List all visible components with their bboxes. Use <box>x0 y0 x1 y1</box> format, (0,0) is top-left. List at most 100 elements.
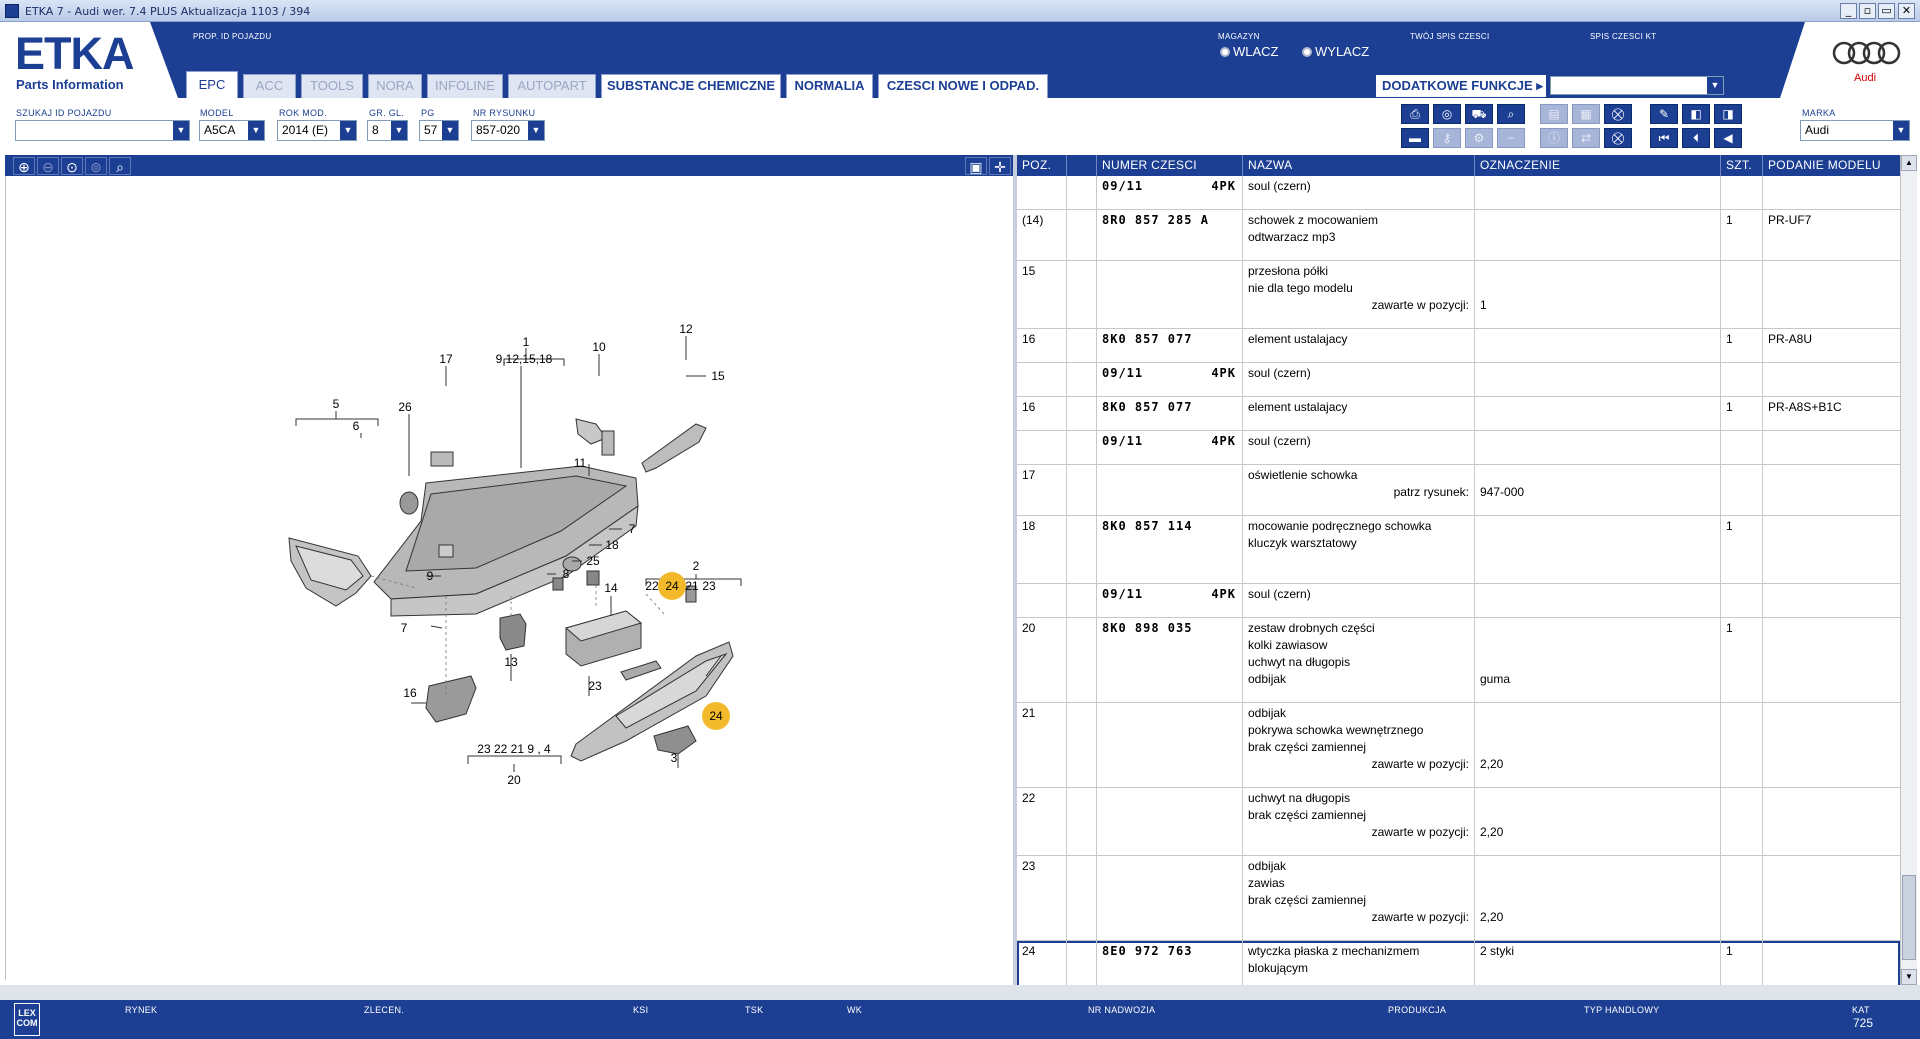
cart-icon: ⛒ <box>1611 131 1625 145</box>
split-view-button[interactable]: ▣ <box>965 157 987 175</box>
model-value: PR-A8S+B1C <box>1768 400 1842 414</box>
gr-select[interactable]: 8 ▼ <box>367 120 408 141</box>
zoom-reset-button[interactable]: ⊚ <box>85 157 107 175</box>
scroll-thumb[interactable] <box>1902 875 1916 960</box>
next-page-button[interactable]: ◨ <box>1714 104 1742 124</box>
zoom-fit-button[interactable]: ⊙ <box>61 157 83 175</box>
table-row[interactable]: 09/11 4PK soul (czern) <box>1017 176 1900 210</box>
radio-wlacz[interactable]: WLACZ <box>1220 44 1279 59</box>
transfer-button[interactable]: ⇄ <box>1572 128 1600 148</box>
remove-button[interactable]: − <box>1497 128 1525 148</box>
quantity-value: 1 <box>1726 944 1733 958</box>
table-row[interactable]: 09/11 4PK soul (czern) <box>1017 431 1900 465</box>
radio-wylacz[interactable]: WYLACZ <box>1302 44 1369 59</box>
pg-select[interactable]: 57 ▼ <box>419 120 459 141</box>
col-poz[interactable]: POZ. <box>1017 155 1067 176</box>
car-button[interactable]: ⛟ <box>1465 104 1493 124</box>
info-button[interactable]: ⓘ <box>1540 128 1568 148</box>
table-row[interactable]: 22 uchwyt na długopis brak części zamienne… <box>1017 788 1900 856</box>
tab-autopart[interactable]: AUTOPART <box>508 74 596 98</box>
search-button[interactable]: ⌕ <box>109 157 131 175</box>
dodatkowe-select[interactable]: ▼ <box>1550 76 1724 95</box>
cell-model <box>1763 788 1900 855</box>
print-button[interactable]: ⎙ <box>1401 104 1429 124</box>
cart-button[interactable]: ⛒ <box>1604 128 1632 148</box>
scroll-up-icon[interactable]: ▲ <box>1901 155 1917 171</box>
maximize-button[interactable]: ▫ <box>1859 3 1876 19</box>
cart-add-button[interactable]: ⛒ <box>1604 104 1632 124</box>
col-flag[interactable] <box>1067 155 1097 176</box>
col-podanie[interactable]: PODANIE MODELU <box>1763 155 1900 176</box>
twoj-spis-link[interactable]: TWÓJ SPIS CZESCI <box>1410 32 1489 41</box>
tab-epc[interactable]: EPC <box>186 71 238 98</box>
elsa-button[interactable]: ▤ <box>1540 104 1568 124</box>
table-row[interactable]: 16 8K0 857 077 element ustalajacy 1 PR-A8S+B… <box>1017 397 1900 431</box>
model-select[interactable]: A5CA ▼ <box>199 120 265 141</box>
print-icon: ⎙ <box>1410 107 1420 121</box>
col-szt[interactable]: SZT. <box>1721 155 1763 176</box>
zoom-in-button[interactable]: ⊕ <box>13 157 35 175</box>
cell-poz: 20 <box>1017 618 1067 702</box>
cell-oznaczenie <box>1475 363 1721 396</box>
rok-select[interactable]: 2014 (E) ▼ <box>277 120 357 141</box>
table-row[interactable]: 20 8K0 898 035 zestaw drobnych części kolki… <box>1017 618 1900 703</box>
parts-diagram[interactable]: 1 9,12,15,18 10 12 15 17 26 5 6 11 7 18 … <box>5 176 1013 980</box>
prev-button[interactable]: ◀ <box>1714 128 1742 148</box>
service-button[interactable]: ◎ <box>1433 104 1461 124</box>
status-kat-value: 725 <box>1853 1016 1874 1030</box>
sert-button[interactable]: ▦ <box>1572 104 1600 124</box>
radio-icon <box>1220 47 1230 57</box>
part-name-line: brak części zamiennej <box>1248 808 1367 822</box>
table-row[interactable]: 09/11 4PK soul (czern) <box>1017 584 1900 618</box>
minimize-button[interactable]: _ <box>1840 3 1857 19</box>
back-button[interactable]: ⏴ <box>1682 128 1710 148</box>
cell-nazwa: soul (czern) <box>1243 176 1475 209</box>
cell-model <box>1763 703 1900 787</box>
list-button[interactable]: ▬ <box>1401 128 1429 148</box>
key-button[interactable]: ⚷ <box>1433 128 1461 148</box>
tab-acc[interactable]: ACC <box>243 74 296 98</box>
zoom-out-button[interactable]: ⊖ <box>37 157 59 175</box>
table-row[interactable]: 09/11 4PK soul (czern) <box>1017 363 1900 397</box>
search-car-button[interactable]: ⌕ <box>1497 104 1525 124</box>
tab-czesci-nowe[interactable]: CZESCI NOWE I ODPAD. <box>878 74 1048 98</box>
tab-nora[interactable]: NORA <box>368 74 422 98</box>
table-row[interactable]: 23 odbijak zawias brak części zamiennej zawa… <box>1017 856 1900 941</box>
tab-substancje[interactable]: SUBSTANCJE CHEMICZNE <box>601 74 781 98</box>
part-number: 8R0 857 285 A <box>1102 213 1209 227</box>
elsa-icon: ▤ <box>1548 107 1560 121</box>
spis-kt-link[interactable]: SPIS CZESCI KT <box>1590 32 1656 41</box>
col-nazwa[interactable]: NAZWA <box>1243 155 1475 176</box>
cell-poz <box>1017 584 1067 617</box>
table-row[interactable]: (14) 8R0 857 285 A schowek z mocowaniem odt… <box>1017 210 1900 261</box>
nr-rysunku-select[interactable]: 857-020 ▼ <box>471 120 545 141</box>
dodatkowe-funkcje-button[interactable]: DODATKOWE FUNKCJE ▸ <box>1376 75 1546 97</box>
move-button[interactable]: ✛ <box>989 157 1011 175</box>
table-row[interactable]: 17 oświetlenie schowka patrz rysunek: 947-0… <box>1017 465 1900 516</box>
marka-select[interactable]: Audi ▼ <box>1800 120 1910 141</box>
restore-button[interactable]: ▭ <box>1878 3 1895 19</box>
close-button[interactable]: ✕ <box>1898 3 1915 19</box>
tab-normalia[interactable]: NORMALIA <box>786 74 873 98</box>
pin-button[interactable]: ✎ <box>1650 104 1678 124</box>
cell-flag <box>1067 788 1097 855</box>
table-row[interactable]: 15 przesłona półki nie dla tego modelu zawa… <box>1017 261 1900 329</box>
settings-button[interactable]: ⚙ <box>1465 128 1493 148</box>
col-numer[interactable]: NUMER CZESCI <box>1097 155 1243 176</box>
prev-page-button[interactable]: ◧ <box>1682 104 1710 124</box>
first-button[interactable]: ⏮ <box>1650 128 1678 148</box>
diagram-label-9: 9 <box>427 569 434 583</box>
rok-value: 2014 (E) <box>282 123 329 137</box>
diagram-label-5: 5 <box>333 397 340 411</box>
scroll-down-icon[interactable]: ▼ <box>1901 969 1917 985</box>
szukaj-id-input[interactable]: ▼ <box>15 120 190 141</box>
tab-infoline[interactable]: INFOLINE <box>427 74 503 98</box>
grid-scrollbar[interactable]: ▲ ▼ <box>1900 155 1917 985</box>
app-icon <box>5 4 19 18</box>
table-row[interactable]: 16 8K0 857 077 element ustalajacy 1 PR-A8U <box>1017 329 1900 363</box>
part-name-line: uchwyt na długopis <box>1248 655 1351 669</box>
tab-tools[interactable]: TOOLS <box>301 74 363 98</box>
table-row[interactable]: 18 8K0 857 114 mocowanie podręcznego schow… <box>1017 516 1900 584</box>
table-row[interactable]: 21 odbijak pokrywa schowka wewnętrznego bra… <box>1017 703 1900 788</box>
col-oznaczenie[interactable]: OZNACZENIE <box>1475 155 1721 176</box>
